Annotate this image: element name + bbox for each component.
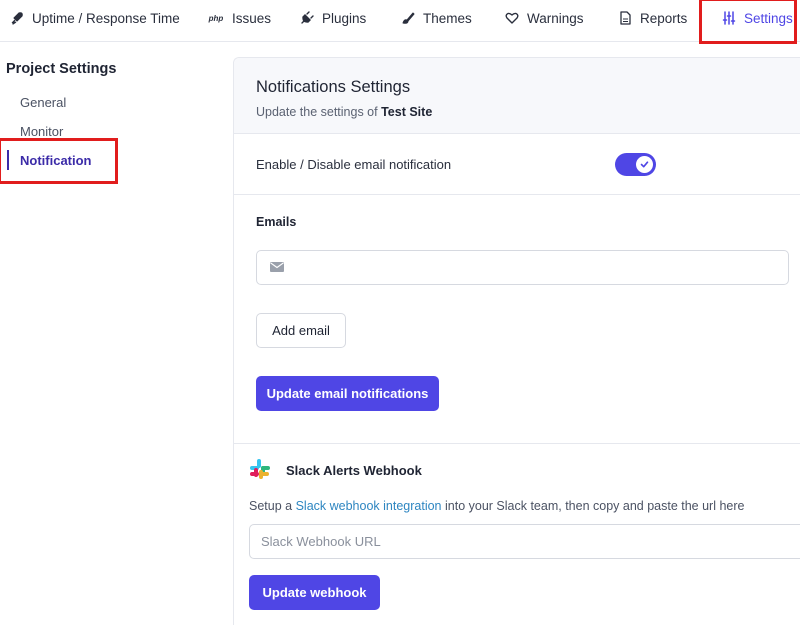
tab-warnings[interactable]: Warnings: [505, 0, 584, 36]
page-title: Notifications Settings: [256, 78, 411, 96]
tab-label: Uptime / Response Time: [32, 10, 180, 26]
tab-uptime[interactable]: Uptime / Response Time: [10, 0, 180, 36]
plug-icon: [300, 11, 314, 25]
panel-header: Notifications Settings Update the settin…: [234, 58, 800, 134]
top-nav: Uptime / Response Time php Issues Plugin…: [0, 0, 800, 42]
emails-label: Emails: [256, 215, 297, 229]
sidebar-item-notification[interactable]: Notification: [20, 153, 92, 168]
tab-reports[interactable]: Reports: [618, 0, 687, 36]
add-email-button[interactable]: Add email: [256, 313, 346, 348]
divider: [234, 443, 800, 444]
rocket-icon: [10, 11, 24, 25]
tab-label: Settings: [744, 10, 793, 26]
slack-desc-prefix: Setup a: [249, 499, 293, 513]
tab-label: Plugins: [322, 10, 367, 26]
site-name: Test Site: [381, 105, 433, 119]
email-input[interactable]: [256, 250, 789, 285]
update-email-notifications-button[interactable]: Update email notifications: [256, 376, 439, 411]
slack-webhook-link[interactable]: Slack webhook integration: [296, 499, 442, 513]
sidebar-item-monitor[interactable]: Monitor: [20, 124, 63, 139]
tab-label: Warnings: [527, 10, 584, 26]
brush-icon: [401, 11, 415, 25]
slack-desc-suffix: into your Slack team, then copy and past…: [445, 499, 745, 513]
document-icon: [618, 11, 632, 25]
tab-label: Reports: [640, 10, 688, 26]
heart-icon: [505, 11, 519, 25]
slack-description: Setup a Slack webhook integration into y…: [249, 499, 744, 513]
notifications-panel: Notifications Settings Update the settin…: [233, 57, 800, 625]
email-notification-toggle-label: Enable / Disable email notification: [256, 157, 452, 172]
sidebar-item-general[interactable]: General: [20, 95, 66, 110]
update-webhook-button[interactable]: Update webhook: [249, 575, 380, 610]
php-icon: php: [208, 13, 224, 23]
subtitle-prefix: Update the settings of: [256, 105, 378, 119]
email-notification-toggle[interactable]: [615, 153, 656, 176]
sidebar-title: Project Settings: [6, 61, 117, 77]
divider: [234, 194, 800, 195]
sidebar-active-indicator: [7, 150, 9, 170]
check-icon: [640, 161, 649, 168]
tab-settings[interactable]: Settings: [722, 0, 793, 36]
tab-themes[interactable]: Themes: [401, 0, 472, 36]
tab-label: Issues: [232, 10, 272, 26]
sliders-icon: [722, 11, 736, 25]
toggle-knob: [636, 156, 653, 173]
slack-webhook-url-input[interactable]: [249, 524, 800, 559]
tab-label: Themes: [423, 10, 472, 26]
tab-issues[interactable]: php Issues: [208, 0, 271, 36]
tab-plugins[interactable]: Plugins: [300, 0, 366, 36]
slack-section-title: Slack Alerts Webhook: [286, 463, 422, 478]
slack-icon: [250, 459, 270, 479]
page-subtitle: Update the settings of Test Site: [256, 105, 432, 119]
